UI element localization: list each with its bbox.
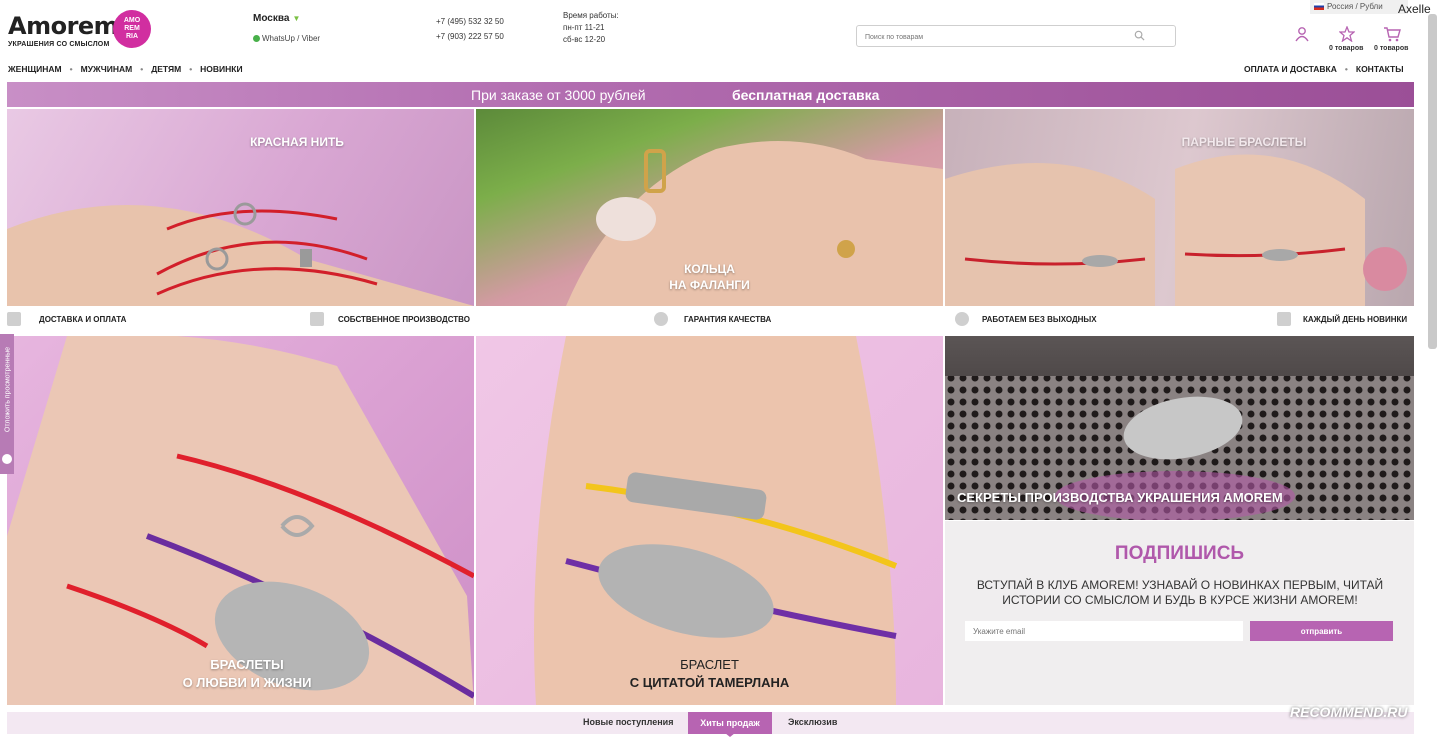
tamerlan-bracelet-image bbox=[534, 336, 898, 705]
viewed-items-label: Отложить просмотренные bbox=[4, 346, 12, 433]
nav-separator: • bbox=[189, 64, 193, 74]
tile-tamerlan-line1: БРАСЛЕТ bbox=[680, 657, 739, 672]
user-icon[interactable] bbox=[1294, 26, 1310, 42]
tile-red-thread[interactable]: КРАСНАЯ НИТЬ bbox=[7, 109, 474, 306]
secondary-nav: ОПЛАТА И ДОСТАВКА • КОНТАКТЫ bbox=[1244, 64, 1404, 74]
logo-badge-text: AMO REM RIA bbox=[123, 17, 141, 40]
tile-love-line1: БРАСЛЕТЫ bbox=[210, 657, 284, 672]
messengers[interactable]: WhatsUp / Viber bbox=[253, 34, 320, 43]
logo[interactable]: Amorem УКРАШЕНИЯ СО СМЫСЛОМ bbox=[8, 12, 119, 48]
watermark: RECOMMEND.RU bbox=[1290, 704, 1408, 720]
tile-rings-line2: НА ФАЛАНГИ bbox=[669, 278, 750, 292]
tile-secrets-label: СЕКРЕТЫ ПРОИЗВОДСТВА УКРАШЕНИЯ AMOREM bbox=[957, 490, 1283, 505]
locale-label: Россия / Рубли bbox=[1327, 2, 1383, 11]
quality-icon bbox=[654, 312, 668, 326]
scrollbar[interactable] bbox=[1428, 14, 1437, 349]
tile-love-line2: О ЛЮБВИ И ЖИЗНИ bbox=[182, 675, 312, 690]
tab-exclusive[interactable]: Эксклюзив bbox=[788, 717, 837, 727]
city-selector[interactable]: Москва ▼ bbox=[253, 13, 300, 24]
tile-tamerlan-label: БРАСЛЕТ С ЦИТАТОЙ ТАМЕРЛАНА bbox=[476, 656, 943, 692]
chevron-down-icon: ▼ bbox=[292, 14, 301, 23]
locale-selector[interactable]: Россия / Рубли bbox=[1310, 0, 1408, 14]
eye-icon bbox=[2, 454, 12, 464]
love-bracelet-image bbox=[7, 336, 474, 705]
promo-highlight: бесплатная доставка bbox=[732, 86, 880, 103]
logo-tagline: УКРАШЕНИЯ СО СМЫСЛОМ bbox=[8, 41, 110, 48]
email-field[interactable] bbox=[965, 621, 1243, 641]
nav-kids[interactable]: ДЕТЯМ bbox=[151, 64, 181, 74]
feature-production[interactable]: СОБСТВЕННОЕ ПРОИЗВОДСТВО bbox=[338, 315, 470, 324]
nav-delivery[interactable]: ОПЛАТА И ДОСТАВКА bbox=[1244, 64, 1337, 74]
subscribe-title: ПОДПИШИСЬ bbox=[1114, 543, 1245, 564]
search-icon[interactable] bbox=[1134, 30, 1145, 41]
feature-no-weekends[interactable]: РАБОТАЕМ БЕЗ ВЫХОДНЫХ bbox=[982, 315, 1097, 324]
messengers-label: WhatsUp / Viber bbox=[262, 34, 321, 43]
nav-new[interactable]: НОВИНКИ bbox=[200, 64, 242, 74]
feature-delivery[interactable]: ДОСТАВКА И ОПЛАТА bbox=[39, 315, 126, 324]
hours-title: Время работы: bbox=[563, 11, 619, 20]
nav-separator: • bbox=[140, 64, 144, 74]
nav-women[interactable]: ЖЕНЩИНАМ bbox=[8, 64, 62, 74]
clock-icon bbox=[955, 312, 969, 326]
cart-icon[interactable] bbox=[1383, 26, 1401, 42]
logo-badge: AMO REM RIA bbox=[113, 10, 151, 48]
active-tab-arrow bbox=[725, 733, 735, 737]
star-icon[interactable] bbox=[1339, 26, 1355, 42]
bag-icon bbox=[1277, 312, 1291, 326]
nav-men[interactable]: МУЖЧИНАМ bbox=[81, 64, 133, 74]
tab-bestsellers[interactable]: Хиты продаж bbox=[688, 712, 772, 734]
tile-rings[interactable]: КОЛЬЦА НА ФАЛАНГИ bbox=[476, 109, 943, 306]
whatsapp-icon bbox=[253, 35, 260, 42]
tile-love-bracelets[interactable]: БРАСЛЕТЫ О ЛЮБВИ И ЖИЗНИ bbox=[7, 336, 474, 705]
working-hours: Время работы: пн-пт 11-21 сб-вс 12-20 bbox=[563, 10, 619, 46]
subscribe-button[interactable]: отправить bbox=[1250, 621, 1393, 641]
phone-1[interactable]: +7 (495) 532 32 50 bbox=[436, 14, 504, 29]
tab-new-arrivals[interactable]: Новые поступления bbox=[583, 717, 673, 727]
tile-pair-label: ПАРНЫЕ БРАСЛЕТЫ bbox=[1181, 135, 1307, 149]
user-name: Axelle bbox=[1398, 2, 1431, 16]
phones: +7 (495) 532 32 50 +7 (903) 222 57 50 bbox=[436, 14, 504, 44]
tile-love-label: БРАСЛЕТЫ О ЛЮБВИ И ЖИЗНИ bbox=[7, 656, 474, 692]
hours-weekdays: пн-пт 11-21 bbox=[563, 23, 605, 32]
tile-secrets[interactable]: СЕКРЕТЫ ПРОИЗВОДСТВА УКРАШЕНИЯ AMOREM bbox=[945, 336, 1414, 520]
nav-separator: • bbox=[1344, 64, 1348, 74]
nav-separator: • bbox=[69, 64, 73, 74]
hours-weekend: сб-вс 12-20 bbox=[563, 35, 606, 44]
viewed-items-tab[interactable]: Отложить просмотренные bbox=[0, 334, 14, 474]
flag-icon bbox=[1314, 3, 1324, 10]
promo-text: При заказе от 3000 рублей bbox=[471, 86, 646, 103]
subscribe-text: ВСТУПАЙ В КЛУБ AMOREM! УЗНАВАЙ О НОВИНКА… bbox=[976, 578, 1384, 607]
tile-rings-line1: КОЛЬЦА bbox=[684, 262, 735, 276]
logo-text: Amorem bbox=[8, 12, 119, 40]
search-box bbox=[856, 25, 1176, 48]
cart-count[interactable]: 0 товаров bbox=[1374, 45, 1408, 52]
search-input[interactable] bbox=[857, 27, 1127, 48]
tile-tamerlan[interactable]: БРАСЛЕТ С ЦИТАТОЙ ТАМЕРЛАНА bbox=[476, 336, 943, 705]
wishlist-count[interactable]: 0 товаров bbox=[1329, 45, 1363, 52]
feature-quality[interactable]: ГАРАНТИЯ КАЧЕСТВА bbox=[684, 315, 771, 324]
subscribe-panel: ПОДПИШИСЬ ВСТУПАЙ В КЛУБ AMOREM! УЗНАВАЙ… bbox=[945, 521, 1414, 705]
feature-daily-new[interactable]: КАЖДЫЙ ДЕНЬ НОВИНКИ bbox=[1303, 315, 1407, 324]
truck-icon bbox=[7, 312, 21, 326]
tile-pair[interactable]: ПАРНЫЕ БРАСЛЕТЫ bbox=[945, 109, 1414, 306]
factory-icon bbox=[310, 312, 324, 326]
promo-banner[interactable]: При заказе от 3000 рублей бесплатная дос… bbox=[7, 82, 1414, 107]
main-nav: ЖЕНЩИНАМ • МУЖЧИНАМ • ДЕТЯМ • НОВИНКИ bbox=[8, 64, 243, 74]
nav-contacts[interactable]: КОНТАКТЫ bbox=[1356, 64, 1404, 74]
tile-red-thread-label: КРАСНАЯ НИТЬ bbox=[250, 135, 344, 149]
tile-tamerlan-line2: С ЦИТАТОЙ ТАМЕРЛАНА bbox=[629, 675, 790, 690]
tile-rings-label: КОЛЬЦА НА ФАЛАНГИ bbox=[476, 261, 943, 293]
phone-2[interactable]: +7 (903) 222 57 50 bbox=[436, 29, 504, 44]
city-name: Москва bbox=[253, 13, 290, 24]
